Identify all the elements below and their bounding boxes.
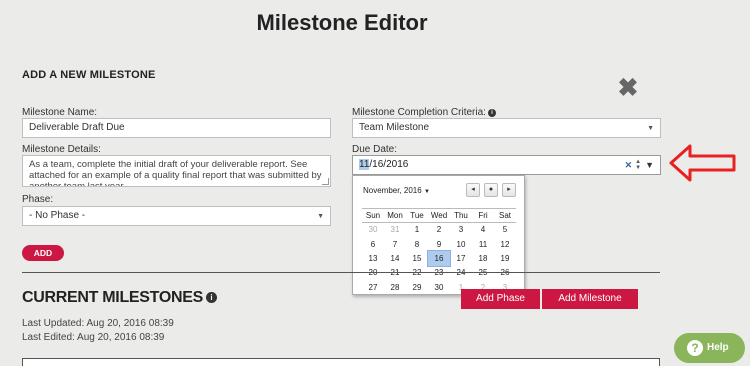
calendar-day[interactable]: 29 xyxy=(406,280,428,294)
calendar-day[interactable]: 14 xyxy=(384,251,406,265)
calendar-day[interactable]: 13 xyxy=(362,251,384,265)
completion-criteria-value: Team Milestone xyxy=(359,122,430,133)
calendar-dropdown-icon[interactable]: ▼ xyxy=(645,160,654,170)
weekday-header: Tue xyxy=(406,208,428,223)
month-dropdown-icon: ▼ xyxy=(423,189,430,195)
phase-select[interactable]: - No Phase - ▼ xyxy=(22,206,331,226)
calendar-day[interactable]: 15 xyxy=(406,251,428,265)
calendar-month-label: November, 2016 xyxy=(363,186,422,195)
current-milestones-heading: CURRENT MILESTONES i xyxy=(22,289,217,307)
calendar-day[interactable]: 28 xyxy=(384,280,406,294)
calendar-week-row: 13 14 15 16 17 18 19 xyxy=(362,250,516,267)
calendar-day[interactable]: 31 xyxy=(384,223,406,237)
calendar-day[interactable]: 3 xyxy=(450,223,472,237)
date-spinner-icon[interactable]: ▲ ▼ xyxy=(635,159,641,171)
close-icon[interactable]: ✖ xyxy=(616,76,640,101)
weekday-header: Wed xyxy=(428,208,450,223)
calendar-day[interactable]: 7 xyxy=(384,237,406,251)
add-button[interactable]: ADD xyxy=(22,245,64,261)
calendar-day[interactable]: 4 xyxy=(472,223,494,237)
milestone-name-input[interactable]: Deliverable Draft Due xyxy=(22,118,331,138)
info-icon[interactable]: i xyxy=(205,292,217,303)
weekday-header: Sun xyxy=(362,208,384,223)
calendar-day[interactable]: 5 xyxy=(494,223,516,237)
calendar-day[interactable]: 2 xyxy=(428,223,450,237)
weekday-header-row: Sun Mon Tue Wed Thu Fri Sat xyxy=(362,208,516,223)
due-date-label: Due Date: xyxy=(352,144,398,155)
calendar-week-row: 30 31 1 2 3 4 5 xyxy=(362,223,516,237)
completion-criteria-select[interactable]: Team Milestone ▼ xyxy=(352,118,661,138)
calendar-day[interactable]: 27 xyxy=(362,280,384,294)
calendar-day[interactable]: 9 xyxy=(428,237,450,251)
chevron-down-icon: ▼ xyxy=(647,125,654,132)
help-label: Help xyxy=(707,342,729,353)
completion-criteria-label: Milestone Completion Criteria: i xyxy=(352,107,496,118)
today-button[interactable]: ● xyxy=(484,183,498,197)
calendar-day[interactable]: 12 xyxy=(494,237,516,251)
calendar-day[interactable]: 1 xyxy=(406,223,428,237)
calendar-day[interactable]: 30 xyxy=(428,280,450,294)
help-button[interactable]: ? Help xyxy=(674,333,745,363)
last-edited-text: Last Edited: Aug 20, 2016 08:39 xyxy=(22,332,165,343)
resize-grip-icon[interactable] xyxy=(322,178,329,185)
calendar-day[interactable]: 10 xyxy=(450,237,472,251)
weekday-header: Thu xyxy=(450,208,472,223)
clear-date-icon[interactable]: ✕ xyxy=(625,160,633,170)
date-picker-popup: November, 2016 ▼ ◂ ● ▸ Sun Mon Tue Wed T… xyxy=(352,175,525,295)
calendar-day[interactable]: 8 xyxy=(406,237,428,251)
add-milestone-button[interactable]: Add Milestone xyxy=(542,289,638,309)
calendar-day[interactable]: 11 xyxy=(472,237,494,251)
due-date-rest[interactable]: /16/2016 xyxy=(369,159,408,170)
section-divider xyxy=(22,272,660,273)
calendar-month-select[interactable]: November, 2016 ▼ xyxy=(363,186,430,195)
info-icon[interactable]: i xyxy=(487,109,496,117)
milestone-details-text: As a team, complete the initial draft of… xyxy=(29,159,322,187)
milestone-details-label: Milestone Details: xyxy=(22,144,101,155)
calendar-day-selected[interactable]: 16 xyxy=(427,250,451,267)
due-date-input[interactable]: 11/16/2016 ✕ ▲ ▼ ▼ xyxy=(352,155,661,175)
calendar-week-row: 6 7 8 9 10 11 12 xyxy=(362,237,516,251)
chevron-down-icon: ▼ xyxy=(317,213,324,220)
milestone-details-textarea[interactable]: As a team, complete the initial draft of… xyxy=(22,155,331,187)
current-milestones-title: CURRENT MILESTONES xyxy=(22,289,203,306)
weekday-header: Mon xyxy=(384,208,406,223)
add-milestone-heading: ADD A NEW MILESTONE xyxy=(22,69,156,81)
last-updated-text: Last Updated: Aug 20, 2016 08:39 xyxy=(22,318,174,329)
calendar-day[interactable]: 18 xyxy=(472,251,494,265)
phase-label: Phase: xyxy=(22,194,54,205)
phase-select-value: - No Phase - xyxy=(29,210,86,221)
page-title: Milestone Editor xyxy=(256,10,428,35)
annotation-arrow-icon xyxy=(669,144,736,182)
milestone-name-label: Milestone Name: xyxy=(22,107,98,118)
due-date-month-segment[interactable]: 11 xyxy=(359,159,370,170)
milestones-table xyxy=(22,358,660,366)
weekday-header: Sat xyxy=(494,208,516,223)
prev-month-button[interactable]: ◂ xyxy=(466,183,480,197)
add-phase-button[interactable]: Add Phase xyxy=(461,289,540,309)
calendar-grid: Sun Mon Tue Wed Thu Fri Sat 30 31 1 2 3 … xyxy=(362,208,516,294)
completion-criteria-label-text: Milestone Completion Criteria: xyxy=(352,107,486,118)
calendar-day[interactable]: 19 xyxy=(494,251,516,265)
question-icon: ? xyxy=(687,340,703,356)
calendar-day[interactable]: 6 xyxy=(362,237,384,251)
calendar-day[interactable]: 30 xyxy=(362,223,384,237)
weekday-header: Fri xyxy=(472,208,494,223)
next-month-button[interactable]: ▸ xyxy=(502,183,516,197)
calendar-day[interactable]: 17 xyxy=(450,251,472,265)
